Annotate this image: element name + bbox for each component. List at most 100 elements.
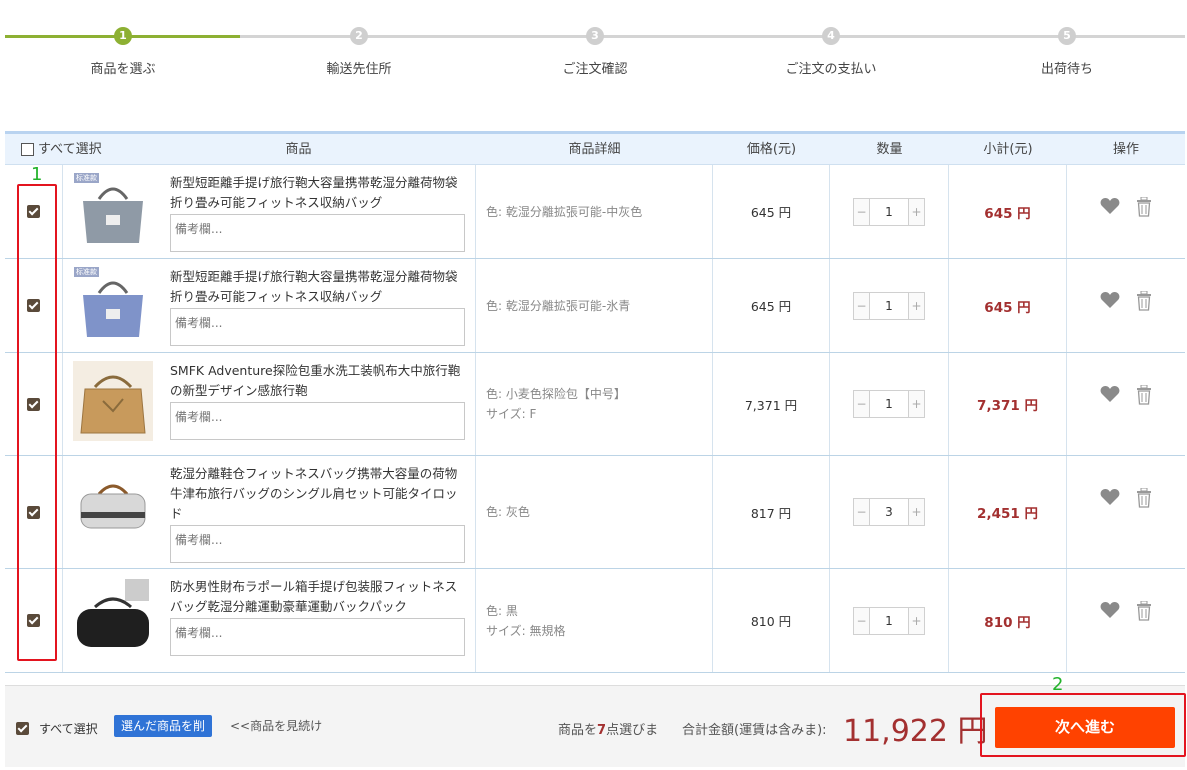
product-thumbnail[interactable] bbox=[73, 361, 153, 441]
price-cell: 817 円 bbox=[713, 456, 830, 568]
price-cell: 645 円 bbox=[713, 165, 830, 258]
ops-cell bbox=[1067, 259, 1185, 352]
heart-icon[interactable] bbox=[1100, 385, 1120, 455]
heart-icon[interactable] bbox=[1100, 601, 1120, 672]
detail-cell: 色: 黒 サイズ: 無規格 bbox=[476, 569, 713, 672]
trash-icon[interactable] bbox=[1136, 290, 1152, 352]
annotation-box-checkboxes bbox=[17, 184, 57, 661]
header-ops: 操作 bbox=[1112, 142, 1139, 157]
qty-increment-button[interactable]: + bbox=[909, 391, 924, 417]
qty-input[interactable]: 1 bbox=[869, 391, 909, 417]
quantity-stepper: − 1 + bbox=[853, 606, 925, 635]
detail-color: 色: 黒 bbox=[486, 603, 518, 618]
product-info: SMFK Adventure探险包重水洗工装帆布大中旅行鞄の新型デザイン感旅行鞄… bbox=[170, 361, 465, 447]
qty-input[interactable]: 3 bbox=[869, 499, 909, 525]
product-title[interactable]: 防水男性財布ラポール箱手提げ包装服フィットネスバッグ乾湿分離運動豪華運動バックパ… bbox=[170, 577, 465, 617]
table-row: SMFK Adventure探险包重水洗工装帆布大中旅行鞄の新型デザイン感旅行鞄… bbox=[5, 353, 1185, 456]
total-label: 合計金額(運賃は含みま): bbox=[682, 723, 827, 738]
footer-select-all-checkbox[interactable] bbox=[16, 722, 29, 735]
qty-cell: − 1 + bbox=[830, 259, 949, 352]
step-label: 輸送先住所 bbox=[326, 62, 392, 77]
product-title[interactable]: 乾湿分離鞋仓フィットネスバッグ携帯大容量の荷物牛津布旅行バッグのシングル肩セット… bbox=[170, 464, 465, 524]
step-payment: 4 ご注文の支払い bbox=[713, 24, 949, 77]
note-field[interactable]: 備考欄... bbox=[170, 525, 465, 563]
price-cell: 810 円 bbox=[713, 569, 830, 672]
note-field[interactable]: 備考欄... bbox=[170, 618, 465, 656]
trash-icon[interactable] bbox=[1136, 600, 1152, 672]
table-row: 乾湿分離鞋仓フィットネスバッグ携帯大容量の荷物牛津布旅行バッグのシングル肩セット… bbox=[5, 456, 1185, 569]
header-subtotal: 小計(元) bbox=[983, 142, 1033, 157]
trash-icon[interactable] bbox=[1136, 487, 1152, 568]
detail-color: 色: 乾湿分離拡張可能-中灰色 bbox=[486, 204, 643, 219]
annotation-number-2: 2 bbox=[1052, 674, 1064, 695]
step-label: ご注文の支払い bbox=[785, 62, 877, 77]
detail-color: 色: 灰色 bbox=[486, 505, 530, 519]
product-title[interactable]: 新型短距離手提げ旅行鞄大容量携帯乾湿分離荷物袋折り畳み可能フィットネス収納バッグ bbox=[170, 267, 465, 307]
delete-selected-button[interactable]: 選んだ商品を削 bbox=[114, 715, 213, 737]
product-thumbnail[interactable] bbox=[73, 577, 153, 657]
qty-decrement-button[interactable]: − bbox=[854, 607, 869, 634]
product-tag: 标准款 bbox=[74, 267, 99, 277]
qty-increment-button[interactable]: + bbox=[909, 499, 924, 525]
qty-increment-button[interactable]: + bbox=[909, 292, 924, 319]
qty-decrement-button[interactable]: − bbox=[854, 391, 869, 417]
step-shipping-address: 2 輸送先住所 bbox=[241, 24, 477, 77]
table-row: 防水男性財布ラポール箱手提げ包装服フィットネスバッグ乾湿分離運動豪華運動バックパ… bbox=[5, 569, 1185, 673]
product-thumbnail[interactable]: 标准款 bbox=[73, 267, 153, 347]
continue-shopping-link[interactable]: <<商品を見続け bbox=[230, 717, 322, 734]
step-order-confirm: 3 ご注文確認 bbox=[477, 24, 713, 77]
heart-icon[interactable] bbox=[1100, 488, 1120, 568]
trash-icon[interactable] bbox=[1136, 196, 1152, 258]
step-number: 4 bbox=[822, 27, 840, 45]
heart-icon[interactable] bbox=[1100, 291, 1120, 352]
step-select-products: 1 商品を選ぶ bbox=[5, 24, 241, 77]
detail-cell: 色: 小麦色探险包【中号】 サイズ: F bbox=[476, 353, 713, 455]
price-cell: 7,371 円 bbox=[713, 353, 830, 455]
select-all-checkbox[interactable] bbox=[21, 142, 34, 156]
cart-rows: 标准款 新型短距離手提げ旅行鞄大容量携帯乾湿分離荷物袋折り畳み可能フィットネス収… bbox=[5, 165, 1185, 673]
header-price: 価格(元) bbox=[746, 142, 797, 157]
footer-select-all[interactable]: すべて選択 bbox=[16, 720, 98, 737]
step-number: 2 bbox=[350, 27, 368, 45]
quantity-stepper: − 3 + bbox=[853, 498, 925, 526]
qty-input[interactable]: 1 bbox=[869, 198, 909, 225]
note-field[interactable]: 備考欄... bbox=[170, 402, 465, 440]
checkout-progress: 1 商品を選ぶ 2 輸送先住所 3 ご注文確認 4 ご注文の支払い 5 出荷待ち bbox=[5, 24, 1185, 84]
table-row: 标准款 新型短距離手提げ旅行鞄大容量携帯乾湿分離荷物袋折り畳み可能フィットネス収… bbox=[5, 259, 1185, 353]
qty-increment-button[interactable]: + bbox=[909, 607, 924, 634]
qty-increment-button[interactable]: + bbox=[909, 198, 924, 225]
count-prefix: 商品を bbox=[558, 723, 598, 738]
note-field[interactable]: 備考欄... bbox=[170, 214, 465, 252]
step-number: 1 bbox=[114, 27, 132, 45]
product-title[interactable]: SMFK Adventure探险包重水洗工装帆布大中旅行鞄の新型デザイン感旅行鞄 bbox=[170, 361, 465, 401]
product-thumbnail[interactable]: 标准款 bbox=[73, 173, 153, 253]
header-qty: 数量 bbox=[876, 142, 903, 157]
product-thumbnail[interactable] bbox=[73, 464, 153, 544]
detail-cell: 色: 乾湿分離拡張可能-氷青 bbox=[476, 259, 713, 352]
trash-icon[interactable] bbox=[1136, 384, 1152, 455]
qty-input[interactable]: 1 bbox=[869, 607, 909, 634]
product-cell: 乾湿分離鞋仓フィットネスバッグ携帯大容量の荷物牛津布旅行バッグのシングル肩セット… bbox=[63, 456, 476, 568]
step-label: 商品を選ぶ bbox=[90, 62, 156, 77]
qty-decrement-button[interactable]: − bbox=[854, 198, 869, 225]
subtotal-cell: 810 円 bbox=[949, 569, 1067, 672]
product-cell: SMFK Adventure探险包重水洗工装帆布大中旅行鞄の新型デザイン感旅行鞄… bbox=[63, 353, 476, 455]
header-select-all[interactable]: すべて選択 bbox=[5, 134, 121, 164]
qty-input[interactable]: 1 bbox=[869, 292, 909, 319]
heart-icon[interactable] bbox=[1100, 197, 1120, 258]
footer-select-all-label: すべて選択 bbox=[39, 722, 98, 736]
quantity-stepper: − 1 + bbox=[853, 291, 925, 320]
annotation-number-1: 1 bbox=[31, 164, 43, 185]
total-amount: 11,922 円 bbox=[843, 714, 988, 749]
product-title[interactable]: 新型短距離手提げ旅行鞄大容量携帯乾湿分離荷物袋折り畳み可能フィットネス収納バッグ bbox=[170, 173, 465, 213]
step-number: 5 bbox=[1058, 27, 1076, 45]
qty-decrement-button[interactable]: − bbox=[854, 292, 869, 319]
select-all-label: すべて選択 bbox=[38, 141, 102, 157]
detail-color: 色: 乾湿分離拡張可能-氷青 bbox=[486, 298, 631, 313]
subtotal-cell: 645 円 bbox=[949, 259, 1067, 352]
qty-decrement-button[interactable]: − bbox=[854, 499, 869, 525]
note-field[interactable]: 備考欄... bbox=[170, 308, 465, 346]
qty-cell: − 3 + bbox=[830, 456, 949, 568]
detail-size: サイズ: F bbox=[486, 407, 537, 421]
table-header: すべて選択 商品 商品詳細 価格(元) 数量 小計(元) 操作 bbox=[5, 134, 1185, 165]
